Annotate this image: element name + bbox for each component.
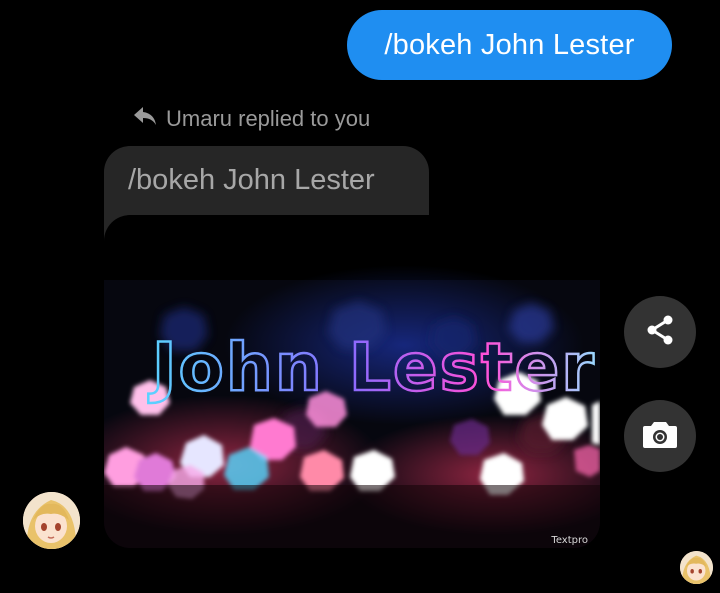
share-icon xyxy=(643,313,677,352)
reply-label-text: Umaru replied to you xyxy=(166,106,371,131)
bokeh-image-message[interactable]: John Lester Textpro xyxy=(104,215,600,548)
share-button[interactable] xyxy=(624,296,696,368)
sender-avatar[interactable] xyxy=(23,492,80,549)
read-receipt-avatar xyxy=(680,551,713,584)
camera-button[interactable] xyxy=(624,400,696,472)
quoted-message[interactable]: /bokeh John Lester xyxy=(104,146,429,226)
reply-indicator: Umaru replied to you xyxy=(132,104,370,134)
bokeh-image: John Lester xyxy=(104,265,600,548)
quoted-message-text: /bokeh John Lester xyxy=(128,164,375,196)
camera-icon xyxy=(642,418,678,455)
bokeh-title-text: John Lester xyxy=(148,329,596,406)
watermark-text: Textpro xyxy=(551,535,588,546)
sent-message-text: /bokeh John Lester xyxy=(384,28,635,61)
reply-arrow-icon xyxy=(132,105,158,133)
sent-message-bubble[interactable]: /bokeh John Lester xyxy=(347,10,672,80)
